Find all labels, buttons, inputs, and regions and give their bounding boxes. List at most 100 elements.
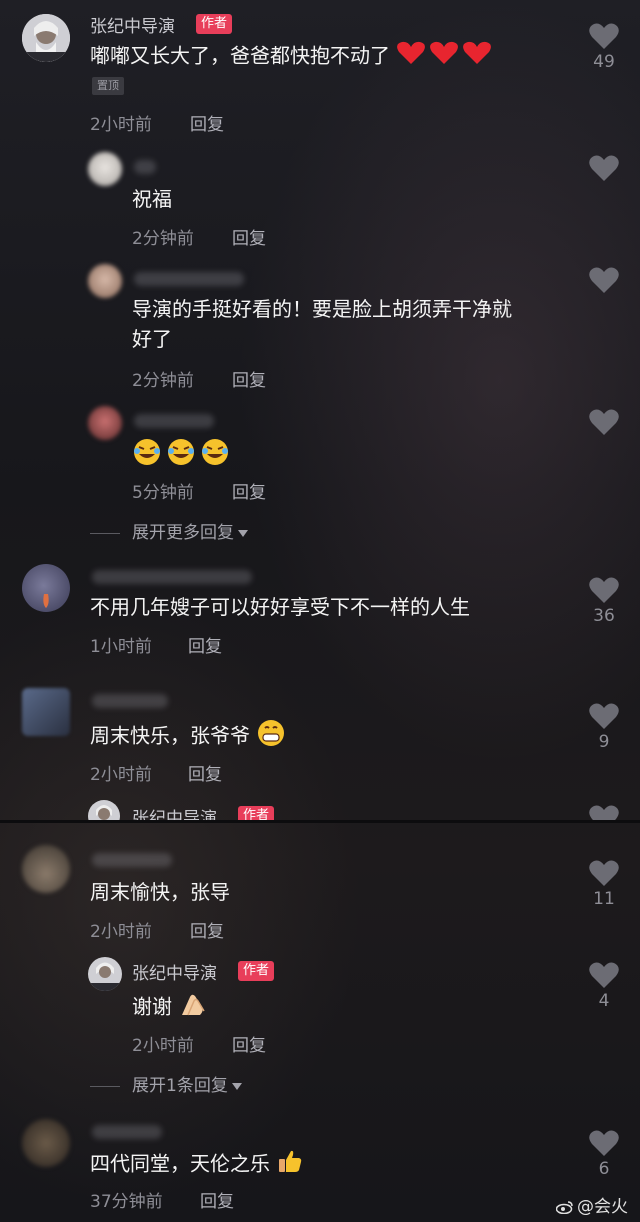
reply-button[interactable]: 回复 xyxy=(232,1031,266,1056)
username-blurred[interactable] xyxy=(92,1125,162,1139)
reply-item-partial: 张纪中导演 作者 xyxy=(0,798,640,820)
grinning-emoji xyxy=(256,718,286,756)
reply-button[interactable]: 回复 xyxy=(188,632,222,657)
user-avatar[interactable] xyxy=(88,264,122,298)
reply-item: 5分钟前 回复 xyxy=(0,400,640,510)
divider-line xyxy=(90,1085,120,1087)
user-avatar[interactable] xyxy=(22,688,70,736)
comment-time: 37分钟前 xyxy=(90,1192,163,1212)
author-name[interactable]: 张纪中导演 xyxy=(132,959,217,984)
reply-time: 5分钟前 xyxy=(132,483,194,503)
heart-icon xyxy=(589,23,619,49)
watermark-text: @会火 xyxy=(577,1197,628,1217)
like-button[interactable]: 9 xyxy=(586,702,622,752)
weibo-icon xyxy=(556,1201,573,1214)
reply-item: 张纪中导演 作者 谢谢 2小时前 回复 4 xyxy=(0,953,640,1063)
user-avatar[interactable] xyxy=(22,1119,70,1167)
chevron-down-icon xyxy=(238,529,248,537)
comment-time: 2小时前 xyxy=(90,922,152,942)
user-avatar[interactable] xyxy=(88,406,122,440)
user-avatar[interactable] xyxy=(22,845,70,893)
reply-button[interactable]: 回复 xyxy=(232,478,266,503)
username-blurred[interactable] xyxy=(134,160,156,174)
like-button[interactable] xyxy=(586,804,622,820)
like-button[interactable]: 36 xyxy=(586,576,622,626)
like-button[interactable]: 4 xyxy=(586,961,622,1011)
heart-icon xyxy=(589,703,619,729)
reply-item: 祝福 2分钟前 回复 xyxy=(0,140,640,250)
comment-item: 不用几年嫂子可以好好享受下不一样的人生 1小时前 回复 36 xyxy=(0,556,640,676)
expand-more-replies[interactable]: 展开更多回复 xyxy=(90,518,248,543)
heart-icon xyxy=(589,409,619,435)
user-avatar[interactable] xyxy=(88,152,122,186)
weibo-watermark: @会火 xyxy=(556,1192,628,1217)
reply-time: 2分钟前 xyxy=(132,371,194,391)
reply-button[interactable]: 回复 xyxy=(190,110,224,135)
username-blurred[interactable] xyxy=(134,272,244,286)
reply-text-continued: 好了 xyxy=(132,327,172,351)
author-tag: 作者 xyxy=(196,14,233,34)
heart-icon xyxy=(589,962,619,988)
like-button[interactable]: 49 xyxy=(586,22,622,72)
comment-time: 2小时前 xyxy=(90,115,152,135)
username-blurred[interactable] xyxy=(92,570,252,584)
author-tag: 作者 xyxy=(238,961,275,981)
expand-label: 展开1条回复 xyxy=(132,1076,228,1096)
reply-time: 2分钟前 xyxy=(132,229,194,249)
like-button[interactable] xyxy=(586,408,622,436)
expand-label: 展开更多回复 xyxy=(132,523,234,543)
like-count: 36 xyxy=(593,606,615,626)
divider-line xyxy=(90,532,120,534)
user-avatar[interactable] xyxy=(22,564,70,612)
like-button[interactable]: 11 xyxy=(586,859,622,909)
like-count: 49 xyxy=(593,52,615,72)
heart-icon xyxy=(589,155,619,181)
like-button[interactable]: 6 xyxy=(586,1129,622,1179)
author-avatar[interactable] xyxy=(88,800,120,820)
author-avatar[interactable] xyxy=(88,957,122,991)
author-avatar[interactable] xyxy=(22,14,70,62)
like-count: 4 xyxy=(598,991,610,1011)
reply-button[interactable]: 回复 xyxy=(190,917,224,942)
comment-text: 嘟嘟又长大了，爸爸都快抱不动了 xyxy=(90,40,492,74)
comment-time: 1小时前 xyxy=(90,637,152,657)
username-blurred[interactable] xyxy=(92,694,168,708)
author-name[interactable]: 张纪中导演 xyxy=(90,12,175,37)
reply-emoji xyxy=(132,438,232,474)
comment-item: 张纪中导演 作者 嘟嘟又长大了，爸爸都快抱不动了 置顶 2小时前 回复 49 xyxy=(0,0,640,140)
expand-one-reply[interactable]: 展开1条回复 xyxy=(90,1071,242,1096)
like-count: 9 xyxy=(598,732,610,752)
heart-icon xyxy=(589,577,619,603)
reply-button[interactable]: 回复 xyxy=(200,1187,234,1212)
username-blurred[interactable] xyxy=(134,414,214,428)
comment-panel-top[interactable]: 张纪中导演 作者 嘟嘟又长大了，爸爸都快抱不动了 置顶 2小时前 回复 49 祝… xyxy=(0,0,640,820)
author-name[interactable]: 张纪中导演 xyxy=(132,804,217,820)
comment-item: 周末快乐，张爷爷 2小时前 回复 9 xyxy=(0,680,640,800)
comment-time: 2小时前 xyxy=(90,765,152,785)
reply-button[interactable]: 回复 xyxy=(188,760,222,785)
reply-text: 导演的手挺好看的！要是脸上胡须弄干净就 xyxy=(132,297,512,321)
chevron-down-icon xyxy=(231,1082,242,1090)
thumbs-up-emoji xyxy=(276,1147,304,1183)
comment-text: 周末愉快，张导 xyxy=(90,880,230,904)
comment-text: 不用几年嫂子可以好好享受下不一样的人生 xyxy=(90,595,470,619)
reply-button[interactable]: 回复 xyxy=(232,366,266,391)
heart-icon xyxy=(589,267,619,293)
username-blurred[interactable] xyxy=(92,853,172,867)
reply-text: 祝福 xyxy=(132,187,172,211)
heart-icon xyxy=(589,860,619,886)
like-button[interactable] xyxy=(586,266,622,294)
like-button[interactable] xyxy=(586,154,622,182)
like-count: 6 xyxy=(598,1159,610,1179)
reply-time: 2小时前 xyxy=(132,1036,194,1056)
comment-item: 四代同堂，天伦之乐 37分钟前 回复 6 xyxy=(0,1107,640,1222)
author-tag: 作者 xyxy=(238,806,275,820)
heart-icon xyxy=(589,1130,619,1156)
reply-button[interactable]: 回复 xyxy=(232,224,266,249)
comment-text: 四代同堂，天伦之乐 xyxy=(90,1147,304,1183)
comment-panel-bottom[interactable]: 周末愉快，张导 2小时前 回复 11 张纪中导演 作者 谢谢 2小时前 回复 4… xyxy=(0,823,640,1222)
heart-emoji xyxy=(396,40,492,74)
reply-item: 导演的手挺好看的！要是脸上胡须弄干净就 好了 2分钟前 回复 xyxy=(0,250,640,400)
clapping-hands-emoji xyxy=(178,989,208,1027)
reply-text: 谢谢 xyxy=(132,989,208,1027)
